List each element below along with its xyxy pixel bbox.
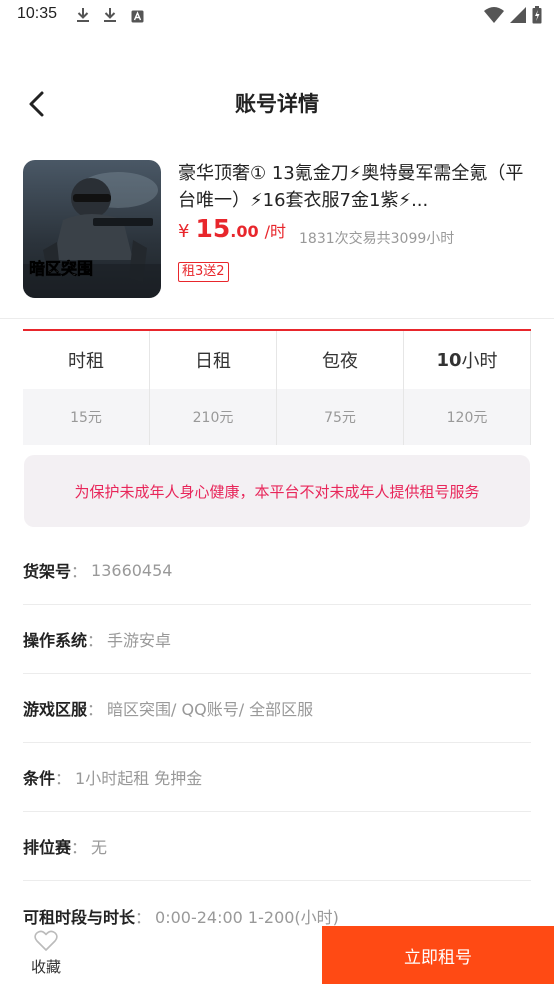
info-row-server: 游戏区服：暗区突围/ QQ账号/ 全部区服 — [23, 674, 531, 743]
info-value: 手游安卓 — [107, 631, 172, 650]
info-value: 无 — [91, 838, 108, 857]
product-title: 豪华顶奢① 13氪金刀⚡奥特曼军需全氪（平台唯一）⚡16套衣服7金1紫⚡... — [178, 163, 524, 211]
favorite-button[interactable]: 收藏 — [22, 930, 70, 980]
info-value: 1小时起租 免押金 — [75, 769, 203, 788]
rent-option-overnight[interactable]: 包夜 — [277, 331, 404, 389]
info-colon: ： — [135, 907, 152, 927]
page-title: 账号详情 — [235, 92, 319, 116]
minor-protection-notice: 为保护未成年人身心健康，本平台不对未成年人提供租号服务 — [24, 455, 530, 527]
status-time: 10:35 — [17, 5, 58, 22]
price-currency: ¥ — [178, 221, 190, 242]
info-row-os: 操作系统：手游安卓 — [23, 605, 531, 674]
rent-price-daily[interactable]: 210元 — [150, 389, 277, 445]
bottom-action-bar: 收藏 立即租号 — [0, 926, 554, 984]
price-decimal: .00 — [230, 222, 259, 241]
info-row-shelf-number: 货架号： 13660454 — [23, 536, 531, 605]
rent-price-10h[interactable]: 120元 — [404, 389, 531, 445]
info-label: 排位赛 — [23, 838, 72, 857]
download-icon — [76, 7, 90, 27]
info-colon: ： — [71, 838, 88, 857]
rent-option-hourly[interactable]: 时租 — [23, 331, 150, 389]
section-divider — [0, 318, 554, 319]
game-thumbnail: 暗区突围 — [23, 160, 161, 298]
rent-option-daily[interactable]: 日租 — [150, 331, 277, 389]
info-value: 0:00-24:00 1-200(小时) — [155, 907, 339, 927]
info-row-conditions: 条件： 1小时起租 免押金 — [23, 743, 531, 812]
info-label: 条件 — [23, 769, 56, 788]
info-label: 游戏区服 — [23, 700, 88, 719]
price: ¥ 15 .00 /时 — [178, 214, 286, 243]
account-info-list: 货架号： 13660454 操作系统：手游安卓 游戏区服：暗区突围/ QQ账号/ … — [23, 536, 531, 950]
header: 账号详情 — [0, 72, 554, 136]
trade-stats: 1831次交易共3099小时 — [299, 231, 455, 247]
favorite-label: 收藏 — [30, 958, 61, 976]
rent-option-10h-unit: 小时 — [461, 351, 498, 372]
keyboard-icon — [131, 8, 144, 27]
info-colon: ： — [87, 631, 104, 650]
product-summary: 暗区突围 豪华顶奢① 13氪金刀⚡奥特曼军需全氪（平台唯一）⚡16套衣服7金1紫… — [23, 160, 533, 300]
info-label: 货架号 — [23, 562, 72, 581]
rent-options-table: 时租 日租 包夜 10 小时 15元 210元 75元 120元 — [23, 329, 531, 445]
rent-options-prices: 15元 210元 75元 120元 — [23, 389, 531, 445]
info-row-ranked: 排位赛：无 — [23, 812, 531, 881]
info-value: 暗区突围/ QQ账号/ 全部区服 — [107, 700, 314, 719]
price-unit: /时 — [264, 222, 286, 241]
info-value: 13660454 — [91, 560, 173, 580]
info-label: 可租时段与时长 — [23, 907, 136, 927]
info-label: 操作系统 — [23, 631, 88, 650]
wifi-icon — [484, 7, 504, 27]
heart-outline-icon — [34, 930, 58, 951]
promo-tag: 租3送2 — [178, 262, 229, 282]
signal-icon — [510, 7, 526, 27]
battery-icon — [532, 6, 542, 28]
status-bar: 10:35 — [0, 0, 554, 32]
rent-option-10h[interactable]: 10 小时 — [404, 331, 531, 389]
info-colon: ： — [71, 562, 88, 581]
info-colon: ： — [87, 700, 104, 719]
download-icon — [103, 7, 117, 27]
rent-price-overnight[interactable]: 75元 — [277, 389, 404, 445]
rent-option-10h-number: 10 — [436, 349, 462, 371]
rent-price-hourly[interactable]: 15元 — [23, 389, 150, 445]
rent-now-button[interactable]: 立即租号 — [322, 926, 554, 984]
price-integer: 15 — [195, 214, 231, 243]
thumbnail-game-name: 暗区突围 — [29, 259, 93, 278]
rent-options-header: 时租 日租 包夜 10 小时 — [23, 331, 531, 389]
info-colon: ： — [55, 769, 72, 788]
